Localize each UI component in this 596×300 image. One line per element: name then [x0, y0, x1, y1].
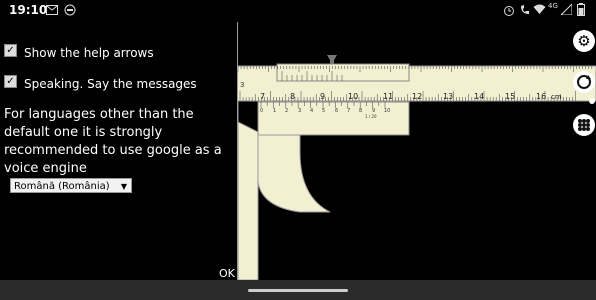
main-label-12: 12: [412, 92, 422, 101]
main-label-10: 10: [348, 92, 358, 101]
vernier-label-1: 1: [273, 108, 276, 114]
menu-button[interactable]: [573, 114, 595, 136]
language-select[interactable]: Română (România) ▼: [10, 178, 132, 193]
main-label-14: 14: [474, 92, 484, 101]
vernier-label-8: 8: [359, 108, 362, 114]
main-label-3: 3: [240, 81, 244, 89]
main-label-7: 7: [260, 92, 265, 101]
drag-handle: [327, 55, 337, 64]
settings-panel: ✓ Show the help arrows ✓ Speaking. Say t…: [0, 22, 238, 280]
vernier-label-4: 4: [310, 108, 313, 114]
vernier-label-0: 0: [260, 108, 263, 114]
vernier-precision: 1 / 20: [365, 114, 377, 119]
unit-label: cm: [551, 93, 562, 101]
show-help-arrows-label[interactable]: Show the help arrows: [24, 46, 154, 60]
vernier-label-7: 7: [347, 108, 350, 114]
vernier-depth-jaw: [257, 134, 331, 213]
vernier-label-5: 5: [322, 108, 325, 114]
voice-engine-note: For languages other than the default one…: [4, 107, 222, 176]
status-time: 19:10: [9, 3, 48, 17]
main-label-8: 8: [290, 92, 295, 101]
wifi-icon: [533, 4, 546, 14]
ok-button[interactable]: OK: [219, 267, 235, 280]
language-select-value: Română (România): [14, 181, 110, 192]
speaking-label[interactable]: Speaking. Say the messages: [24, 77, 197, 91]
vernier-slider-bottom: [257, 101, 410, 136]
navigation-bar: [0, 280, 596, 300]
main-label-13: 13: [443, 92, 453, 101]
vernier-label-10: 10: [384, 108, 390, 114]
home-gesture-pill[interactable]: [248, 289, 348, 292]
chevron-down-icon: ▼: [120, 182, 127, 191]
main-label-16: 16: [536, 92, 546, 101]
wifi-call-icon: [521, 5, 529, 14]
vernier-label-6: 6: [335, 108, 338, 114]
dnd-icon: [64, 4, 76, 16]
battery-icon: [577, 3, 585, 16]
indicator-dot: [589, 98, 595, 104]
main-label-15: 15: [505, 92, 515, 101]
settings-button[interactable]: ⚙: [573, 30, 595, 52]
rotate-button[interactable]: [573, 71, 595, 93]
main-label-9: 9: [320, 92, 325, 101]
show-help-arrows-checkbox[interactable]: ✓: [4, 44, 17, 57]
main-label-11: 11: [383, 92, 393, 101]
gear-icon: ⚙: [577, 32, 591, 50]
speaking-checkbox[interactable]: ✓: [4, 75, 17, 88]
network-type: 4G: [548, 2, 558, 10]
gmail-icon: [46, 5, 58, 15]
signal-icon: [561, 4, 572, 15]
vernier-label-2: 2: [285, 108, 288, 114]
grid-menu-icon: [578, 119, 590, 131]
rotate-icon: [577, 75, 591, 89]
alarm-icon: [504, 6, 514, 16]
vernier-label-3: 3: [298, 108, 301, 114]
status-bar: 19:10 4G: [0, 0, 596, 22]
